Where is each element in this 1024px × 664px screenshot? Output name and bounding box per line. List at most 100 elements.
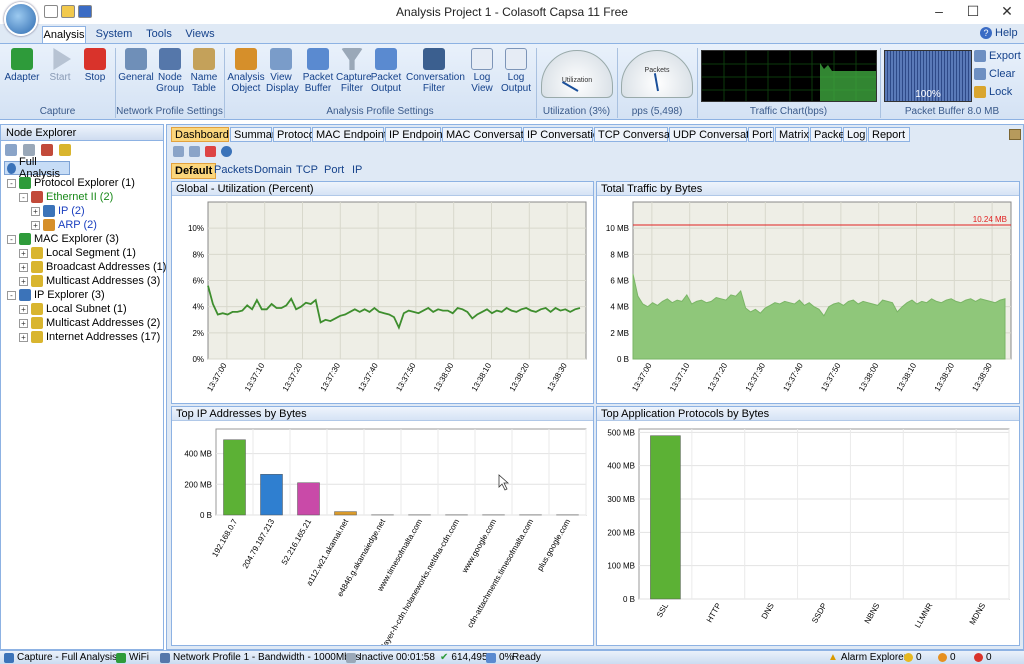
- tree-item[interactable]: + Multicast Addresses (3): [19, 275, 160, 287]
- tree-item[interactable]: - Protocol Explorer (1): [7, 177, 135, 189]
- status-capture[interactable]: Capture - Full Analysis: [4, 652, 117, 663]
- stop-button[interactable]: Stop: [80, 48, 110, 83]
- pps-gauge: Packets: [621, 50, 693, 98]
- view-tab[interactable]: IP Conversation: [523, 127, 605, 142]
- sub-tab[interactable]: TCP: [293, 163, 321, 177]
- view-tab[interactable]: MAC Conversation: [442, 127, 538, 142]
- start-button[interactable]: Start: [44, 48, 76, 83]
- help-icon: ?: [980, 27, 992, 39]
- conversation-filter-button[interactable]: Conversation Filter: [406, 48, 465, 94]
- clear-button[interactable]: Clear: [974, 68, 1015, 80]
- tree-item[interactable]: - IP Explorer (3): [7, 289, 105, 301]
- expand-toggle-icon[interactable]: -: [7, 290, 16, 300]
- view-tab[interactable]: Dashboard: [171, 127, 229, 142]
- view-tab[interactable]: Port: [748, 127, 774, 142]
- view-tab[interactable]: Summary: [230, 127, 281, 142]
- analysis-object-button[interactable]: Analysis Object: [227, 48, 265, 94]
- new-node-icon[interactable]: [5, 144, 17, 156]
- app-logo-icon[interactable]: [4, 2, 38, 36]
- view-tab[interactable]: IP Endpoint: [385, 127, 446, 142]
- group-packet-buffer: Packet Buffer 8.0 MB: [904, 106, 1000, 117]
- sub-tab[interactable]: Default: [171, 163, 217, 179]
- view-tab[interactable]: Matrix: [775, 127, 809, 142]
- refresh-icon[interactable]: [41, 144, 53, 156]
- x-tick-label: 13:37:40: [781, 361, 805, 393]
- expand-toggle-icon[interactable]: -: [7, 234, 16, 244]
- expand-toggle-icon[interactable]: +: [19, 262, 28, 272]
- alarm-count-3-label: 0: [986, 652, 992, 663]
- tab-system[interactable]: System: [92, 26, 136, 43]
- tree-item[interactable]: - Ethernet II (2): [19, 191, 113, 203]
- packet-buffer-button[interactable]: Packet Buffer: [302, 48, 334, 94]
- tab-tools[interactable]: Tools: [140, 26, 178, 43]
- minimize-button[interactable]: –: [922, 0, 956, 24]
- view-display-icon: [270, 48, 292, 70]
- export-icon: [974, 50, 986, 62]
- x-tick-label: HTTP: [705, 602, 723, 625]
- expand-toggle-icon[interactable]: +: [31, 206, 40, 216]
- log-view-icon: [471, 48, 493, 70]
- view-tab[interactable]: Packet: [810, 127, 848, 142]
- export-button[interactable]: Export: [974, 50, 1021, 62]
- view-tab[interactable]: UDP Conversation: [669, 127, 764, 142]
- tree-item[interactable]: + Local Subnet (1): [19, 303, 127, 315]
- view-tab[interactable]: Report: [868, 127, 910, 142]
- alert-icon[interactable]: [59, 144, 71, 156]
- general-button[interactable]: General: [118, 48, 154, 83]
- view-options-icon[interactable]: [1009, 129, 1021, 140]
- refresh-icon[interactable]: [221, 146, 232, 157]
- sub-tab[interactable]: Domain: [251, 163, 295, 177]
- filter-icon[interactable]: [23, 144, 35, 156]
- expand-toggle-icon[interactable]: -: [7, 178, 16, 188]
- view-tab[interactable]: TCP Conversation: [594, 127, 688, 142]
- layout-icon[interactable]: [173, 146, 184, 157]
- capture-filter-button[interactable]: Capture Filter: [336, 48, 372, 94]
- tree-item[interactable]: + Multicast Addresses (2): [19, 317, 160, 329]
- tree-root-full-analysis[interactable]: Full Analysis: [4, 156, 70, 180]
- tab-views[interactable]: Views: [182, 26, 218, 43]
- alarm-count-1: 0: [904, 652, 922, 663]
- status-adapter[interactable]: WiFi: [116, 652, 149, 663]
- alarm-dot-icon: [974, 653, 983, 662]
- tree-item[interactable]: + Internet Addresses (17): [19, 331, 160, 343]
- sub-tab[interactable]: Packets: [211, 163, 256, 177]
- x-tick-label: 13:38:00: [432, 361, 456, 393]
- log-output-button[interactable]: Log Output: [500, 48, 532, 94]
- tree-item[interactable]: + IP (2): [31, 205, 85, 217]
- x-tick-label: a112.w21.akamai.net: [305, 517, 351, 588]
- expand-toggle-icon[interactable]: +: [19, 248, 28, 258]
- view-display-button[interactable]: View Display: [266, 48, 299, 94]
- expand-toggle-icon[interactable]: +: [19, 276, 28, 286]
- view-tab[interactable]: Protocol: [273, 127, 317, 142]
- buffer-icon: [486, 652, 496, 663]
- tab-analysis[interactable]: Analysis: [42, 26, 86, 43]
- tree-item[interactable]: + Broadcast Addresses (1): [19, 261, 166, 273]
- node-group-button[interactable]: Node Group: [155, 48, 185, 94]
- alarm-explorer-button[interactable]: ▲ Alarm Explorer: [828, 652, 907, 663]
- maximize-button[interactable]: ☐: [956, 0, 990, 24]
- tree-item[interactable]: + Local Segment (1): [19, 247, 136, 259]
- name-table-button[interactable]: Name Table: [188, 48, 220, 94]
- view-tab[interactable]: MAC Endpoint: [312, 127, 387, 142]
- status-elapsed-time: 00:01:58: [396, 652, 435, 663]
- sub-tab[interactable]: Port: [321, 163, 347, 177]
- layout-delete-icon[interactable]: [205, 146, 216, 157]
- view-tab[interactable]: Log: [843, 127, 867, 142]
- expand-toggle-icon[interactable]: +: [19, 332, 28, 342]
- sub-tab[interactable]: IP: [349, 163, 365, 177]
- layout-add-icon[interactable]: [189, 146, 200, 157]
- packet-output-button[interactable]: Packet Output: [370, 48, 402, 94]
- lock-button[interactable]: Lock: [974, 86, 1012, 98]
- adapter-button[interactable]: Adapter: [4, 48, 40, 83]
- log-view-button[interactable]: Log View: [468, 48, 496, 94]
- help-button[interactable]: ? Help: [980, 27, 1018, 39]
- status-profile[interactable]: Network Profile 1 - Bandwidth - 1000Mbps: [160, 652, 360, 663]
- expand-toggle-icon[interactable]: +: [31, 220, 40, 230]
- expand-toggle-icon[interactable]: +: [19, 304, 28, 314]
- close-button[interactable]: ✕: [990, 0, 1024, 24]
- tree-item[interactable]: + ARP (2): [31, 219, 97, 231]
- log-output-icon: [505, 48, 527, 70]
- expand-toggle-icon[interactable]: -: [19, 192, 28, 202]
- expand-toggle-icon[interactable]: +: [19, 318, 28, 328]
- tree-item[interactable]: - MAC Explorer (3): [7, 233, 119, 245]
